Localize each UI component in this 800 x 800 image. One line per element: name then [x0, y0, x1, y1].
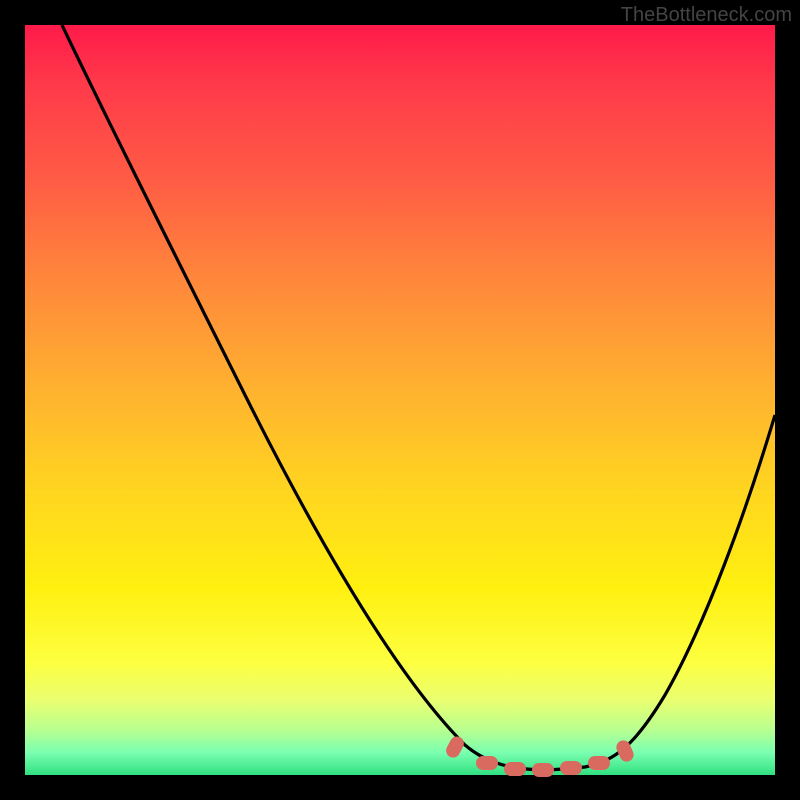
range-marker-dot	[504, 762, 526, 776]
curve-path	[62, 25, 775, 770]
watermark-label: TheBottleneck.com	[621, 4, 792, 27]
chart-plot-area	[25, 25, 775, 775]
range-marker-dot	[532, 763, 554, 777]
range-marker-dot	[476, 756, 498, 770]
bottleneck-curve	[25, 25, 775, 775]
range-marker-dot	[560, 761, 582, 775]
range-marker-dot	[588, 756, 610, 770]
